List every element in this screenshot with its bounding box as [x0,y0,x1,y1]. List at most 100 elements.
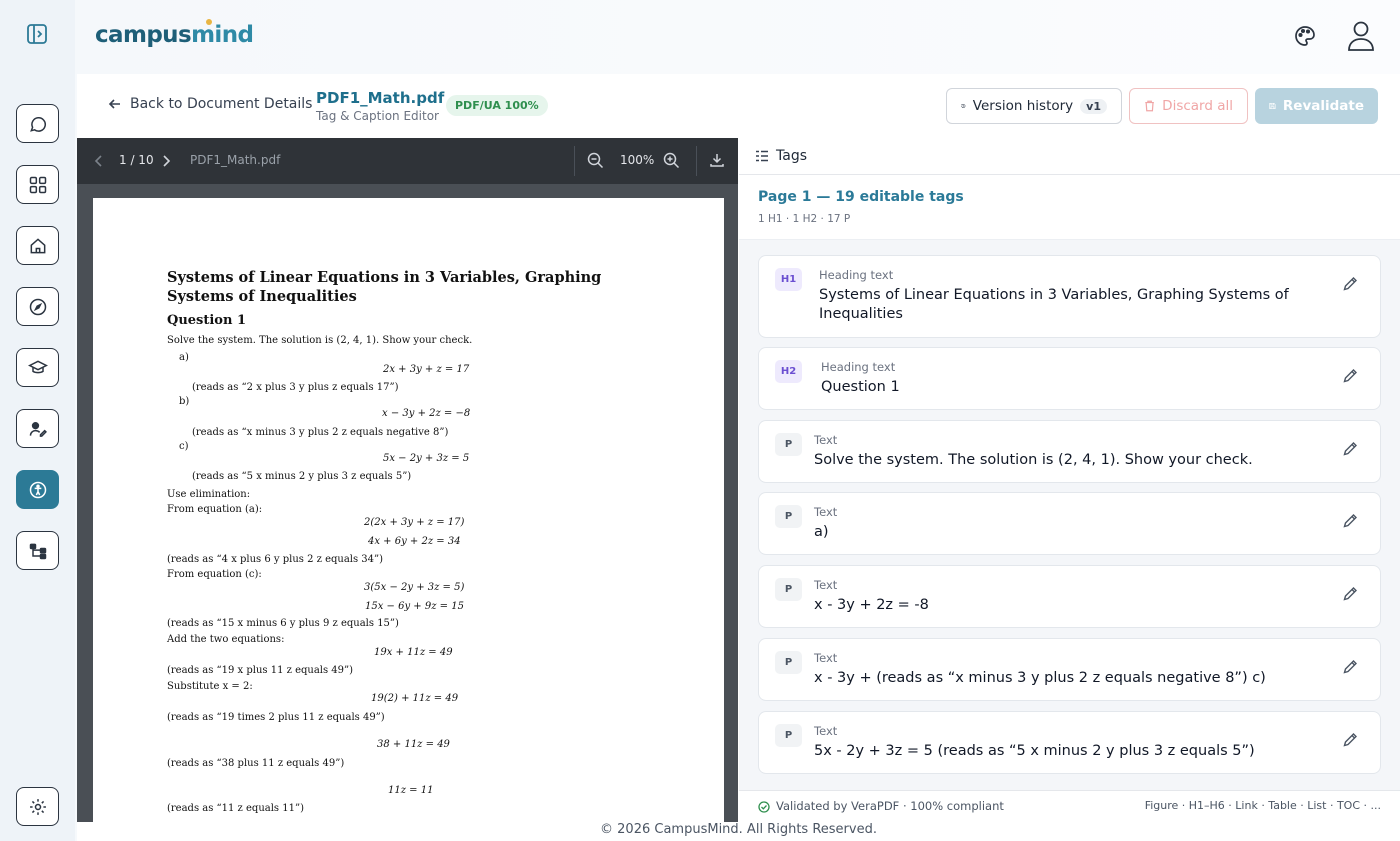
chat-icon [29,116,46,132]
nav-users-button[interactable] [16,409,59,448]
pdf-equation: 19(2) + 11z = 49 [371,693,459,704]
pdf-equation: 2(2x + 3y + z = 17) [364,517,465,528]
tag-label: Text [814,433,838,447]
pdf-title: Systems of Linear Equations in 3 Variabl… [167,269,602,305]
nav-chat-button[interactable] [16,104,59,143]
pdf-equation: 2x + 3y + z = 17 [383,364,470,375]
pdf-equation: 11z = 11 [388,785,434,796]
pencil-icon[interactable] [1342,368,1358,384]
tag-card[interactable]: P Text x - 3y + 2z = -8 [758,565,1381,628]
tag-text: 5x - 2y + 3z = 5 (reads as “5 x minus 2 … [814,743,1255,759]
pdf-page: Systems of Linear Equations in 3 Variabl… [93,198,724,841]
pdf-line: (reads as “38 plus 11 z equals 49”) [167,758,345,769]
pencil-icon[interactable] [1342,276,1358,292]
tag-card[interactable]: P Text a) [758,492,1381,555]
tag-text: Question 1 [821,379,900,395]
pdf-line: Use elimination: [167,489,251,500]
version-history-button[interactable]: Version history v1 [946,88,1122,124]
tag-card[interactable]: P Text Solve the system. The solution is… [758,420,1381,483]
discard-all-button[interactable]: Discard all [1129,88,1248,124]
pencil-icon[interactable] [1342,586,1358,602]
pencil-icon[interactable] [1342,441,1358,457]
palette-icon[interactable] [1293,24,1317,48]
pdf-question: Question 1 [167,313,247,328]
nav-courses-button[interactable] [16,348,59,387]
arrow-left-icon [108,99,120,109]
nav-home-button[interactable] [16,226,59,265]
tag-type-badge: P [775,505,802,528]
pdf-line: (reads as “19 x plus 11 z equals 49”) [167,665,354,676]
tag-type-badge: P [775,724,802,747]
toolbar-divider [574,146,575,176]
pdf-line: From equation (c): [167,569,262,580]
toolbar-divider [696,146,697,176]
pdf-line: (reads as “2 x plus 3 y plus z equals 17… [192,382,399,393]
revalidate-button[interactable]: Revalidate [1255,88,1378,124]
tag-label: Text [814,724,838,738]
nav-tree-button[interactable] [16,531,59,570]
zoom-out-icon[interactable] [587,152,604,169]
pdf-viewer: 1 / 10 PDF1_Math.pdf 100% Systems of Lin… [77,138,738,841]
pdf-line: Solve the system. The solution is (2, 4,… [167,335,473,346]
tag-card[interactable]: H1 Heading text Systems of Linear Equati… [758,255,1381,338]
back-to-document-link[interactable]: Back to Document Details [108,96,312,112]
chevron-right-icon[interactable] [161,154,171,168]
nav-accessibility-button[interactable] [16,470,59,509]
tag-card[interactable]: P Text 5x - 2y + 3z = 5 (reads as “5 x m… [758,711,1381,774]
accessibility-icon [29,481,46,498]
pdf-line: From equation (a): [167,504,263,515]
pdf-line: Add the two equations: [167,634,285,645]
history-icon [961,104,966,108]
main-content: Back to Document Details PDF1_Math.pdf T… [77,74,1400,841]
tag-card[interactable]: P Text x - 3y + (reads as “x minus 3 y p… [758,638,1381,701]
grid-icon [29,176,46,193]
pdf-line: (reads as “5 x minus 2 y plus 3 z equals… [192,471,412,482]
user-profile-icon[interactable] [1346,20,1376,52]
viewer-file-name: PDF1_Math.pdf [190,153,281,167]
tag-type-badge: H1 [775,268,802,291]
zoom-in-icon[interactable] [663,152,680,169]
pdf-equation: 4x + 6y + 2z = 34 [368,536,461,547]
nav-grid-button[interactable] [16,165,59,204]
tags-panel-footer: Validated by VeraPDF · 100% compliant Fi… [739,790,1400,822]
pdf-line: (reads as “15 x minus 6 y plus 9 z equal… [167,618,399,629]
tags-panel-header: Tags [739,138,1400,175]
page-indicator: 1 / 10 [119,153,154,167]
pencil-icon[interactable] [1342,659,1358,675]
tree-icon [29,543,46,559]
pdf-line: Substitute x = 2: [167,681,253,692]
tag-card[interactable]: H2 Heading text Question 1 [758,347,1381,410]
tag-type-badge: P [775,433,802,456]
pdf-line: (reads as “x minus 3 y plus 2 z equals n… [192,427,449,438]
pencil-icon[interactable] [1342,732,1358,748]
compliance-badge: PDF/UA 100% [446,95,548,116]
graduation-cap-icon [27,359,48,373]
pdf-equation: 38 + 11z = 49 [377,739,450,750]
version-badge: v1 [1080,98,1107,114]
tag-text: a) [814,524,829,540]
chevron-left-icon[interactable] [94,154,104,168]
pdf-equation: x − 3y + 2z = −8 [382,408,471,419]
pdf-toolbar: 1 / 10 PDF1_Math.pdf 100% [77,138,738,184]
pdf-line: a) [179,352,189,363]
tag-label: Text [814,578,838,592]
campusmind-logo[interactable]: campusmind [95,19,254,48]
tag-type-badge: P [775,651,802,674]
download-icon[interactable] [709,152,725,168]
pdf-line: (reads as “11 z equals 11”) [167,803,304,814]
validation-status: Validated by VeraPDF · 100% compliant [776,799,1004,813]
save-icon [1269,102,1276,110]
sidebar-toggle-icon[interactable] [26,23,48,45]
settings-button[interactable] [16,787,59,826]
nav-compass-button[interactable] [16,287,59,326]
user-edit-icon [29,421,47,437]
tag-label: Text [814,505,838,519]
pdf-line: (reads as “19 times 2 plus 11 z equals 4… [167,712,385,723]
tag-label: Heading text [819,268,894,282]
tag-text: x - 3y + 2z = -8 [814,597,929,613]
zoom-level: 100% [620,153,655,167]
sidebar [0,0,75,841]
tag-label: Text [814,651,838,665]
pencil-icon[interactable] [1342,513,1358,529]
top-bar: campusmind [75,0,1400,74]
